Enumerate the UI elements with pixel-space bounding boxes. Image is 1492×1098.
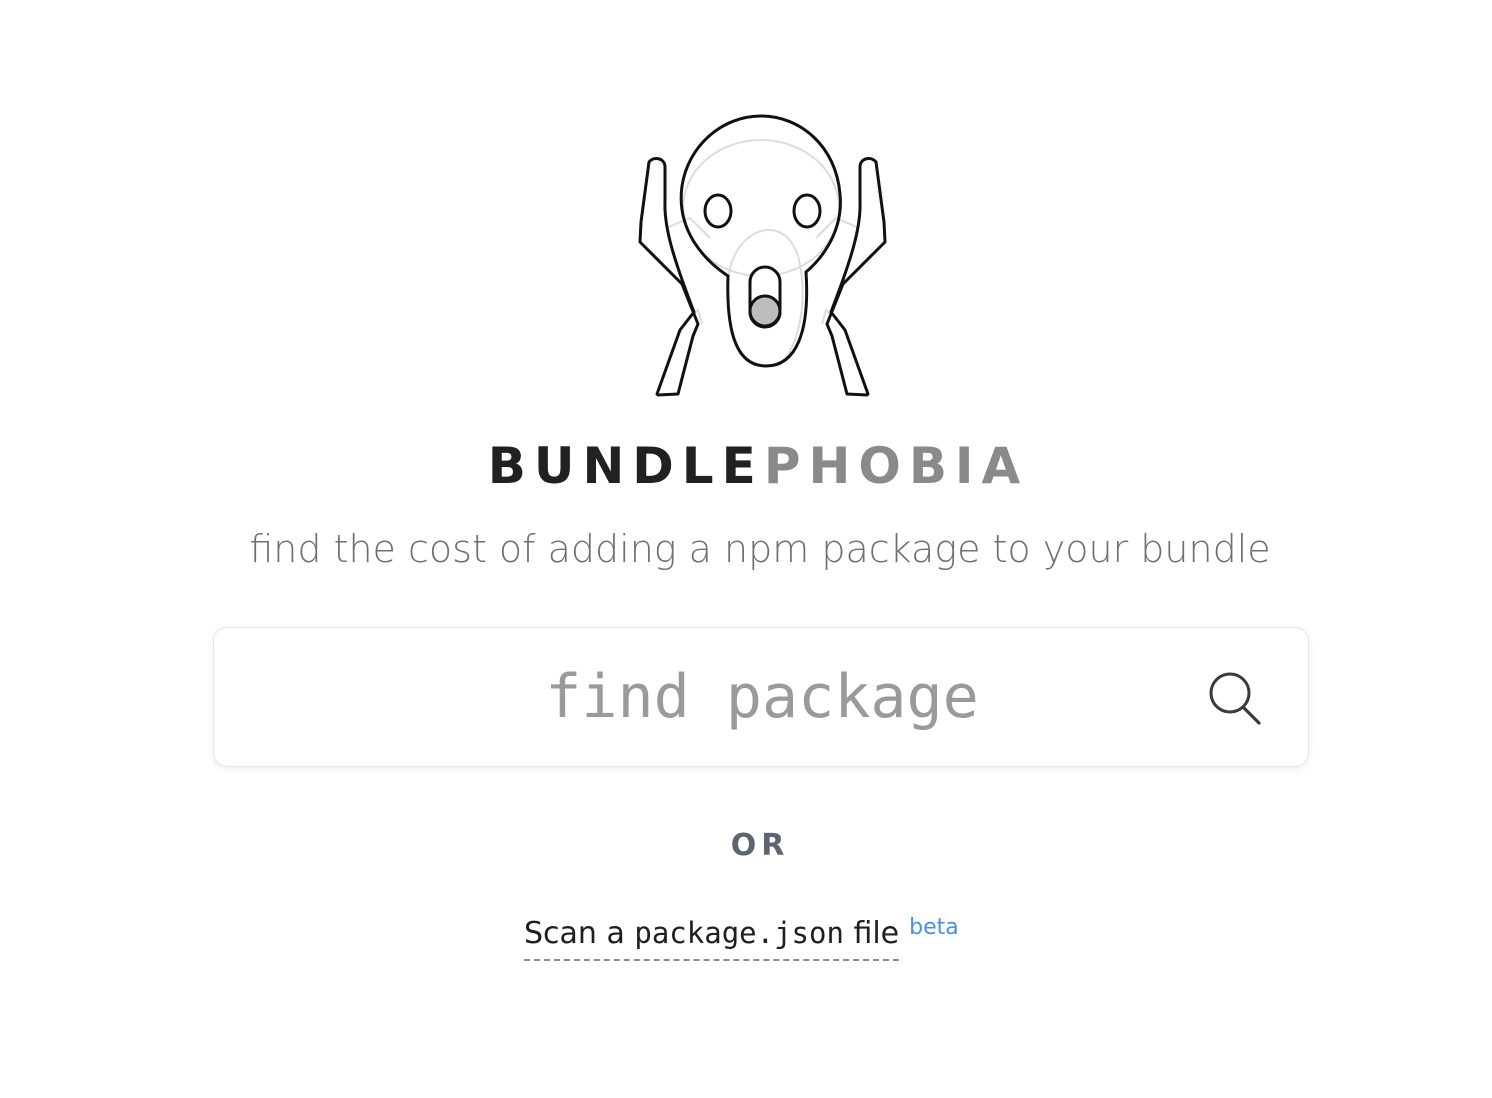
search-box[interactable]: [213, 627, 1309, 767]
or-divider: OR: [730, 828, 790, 863]
scan-link-code: package.json: [634, 916, 844, 950]
scan-row: Scan a package.json file beta: [524, 912, 959, 962]
beta-badge: beta: [909, 915, 959, 940]
search-icon[interactable]: [1206, 670, 1266, 730]
scan-link-suffix: file: [843, 916, 900, 951]
screaming-face-logo-icon: [638, 114, 887, 397]
tagline: find the cost of adding a npm package to…: [249, 527, 1271, 571]
brand-name-light: PHOBIA: [763, 437, 1029, 495]
scan-package-json-link[interactable]: Scan a package.json file: [524, 912, 900, 961]
brand-wordmark: BUNDLEPHOBIA: [0, 434, 1492, 498]
brand-name-dark: BUNDLE: [487, 437, 764, 495]
search-input[interactable]: [254, 628, 1270, 766]
scan-link-prefix: Scan a: [524, 916, 635, 951]
